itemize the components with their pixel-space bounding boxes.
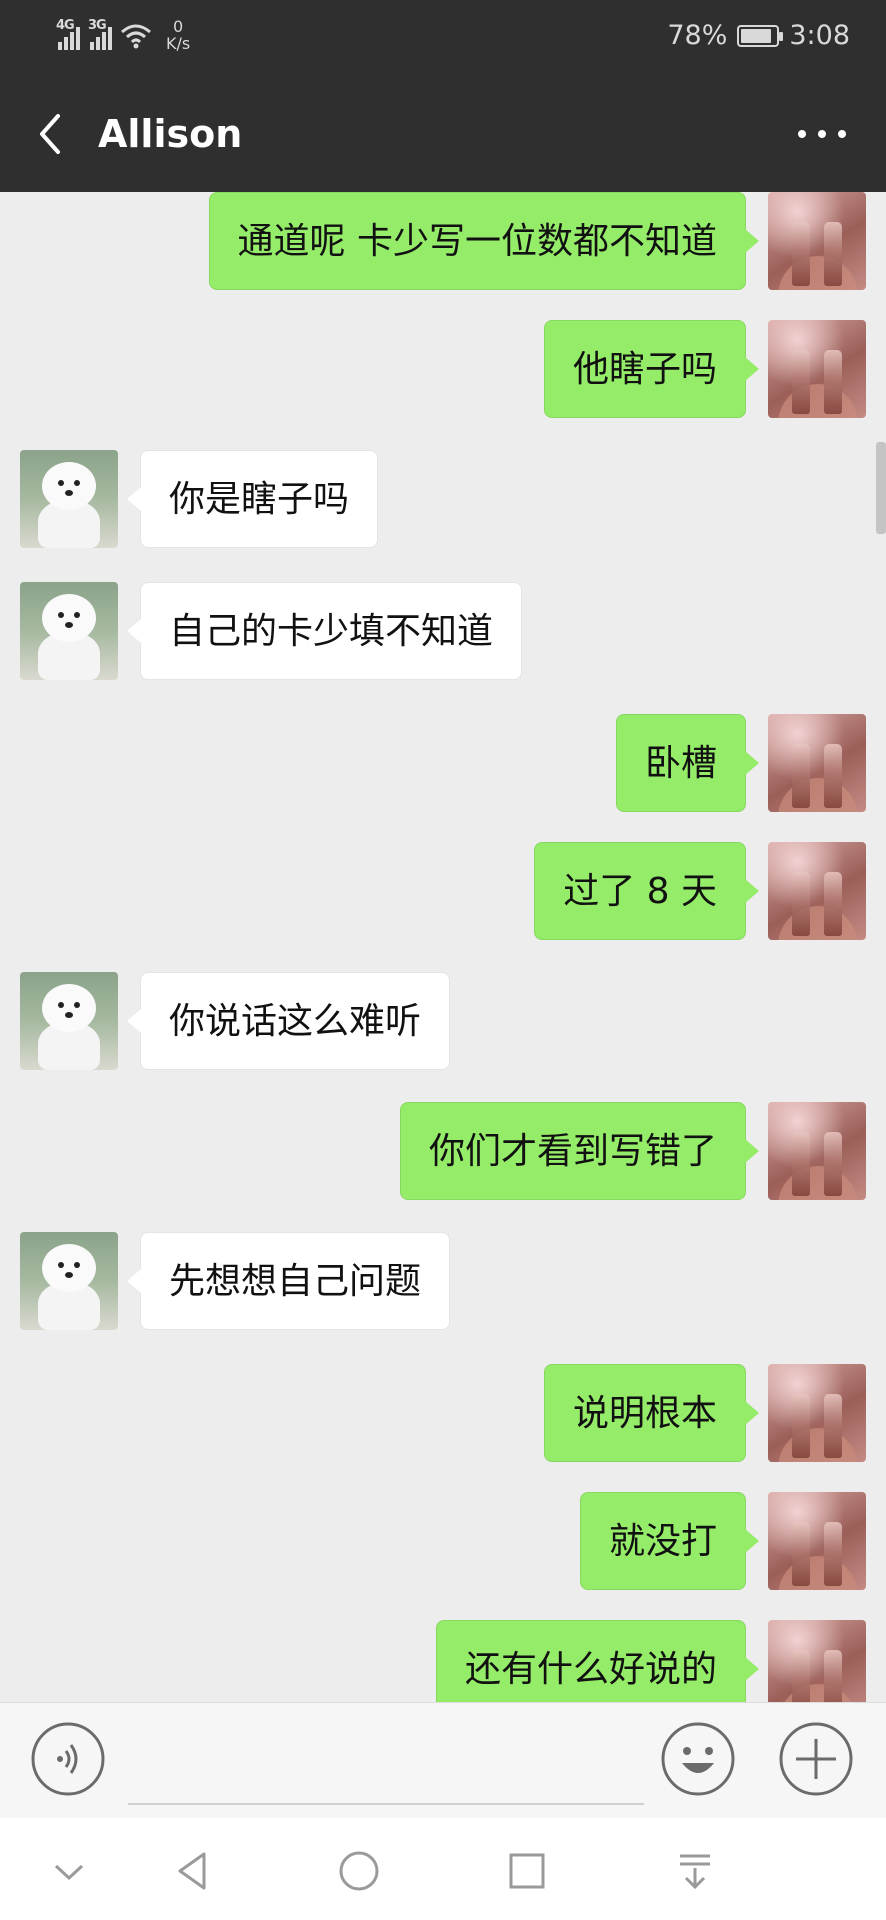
message-row: 他瞎子吗 xyxy=(0,320,886,420)
message-row: 卧槽 xyxy=(0,714,886,814)
chevron-left-icon[interactable] xyxy=(30,106,70,162)
network-type-1: 4G xyxy=(56,18,75,33)
message-list[interactable]: 通道呢 卡少写一位数都不知道他瞎子吗你是瞎子吗自己的卡少填不知道 卧槽过了 8 天… xyxy=(0,192,886,1702)
speed-unit: K/s xyxy=(166,34,191,53)
status-left: 4G 3G 0 K/s xyxy=(56,18,190,52)
my-avatar[interactable] xyxy=(768,320,866,418)
received-message-bubble[interactable]: 先想想自己问题 xyxy=(126,1232,451,1330)
sent-message-bubble[interactable]: 卧槽 xyxy=(615,714,760,812)
my-avatar[interactable] xyxy=(768,714,866,812)
sent-message-bubble[interactable]: 你们才看到写错了 xyxy=(399,1102,760,1200)
contact-avatar[interactable] xyxy=(20,1232,118,1330)
network-speed: 0 K/s xyxy=(166,18,190,52)
wifi-icon xyxy=(121,24,151,49)
system-nav-bar xyxy=(0,1818,886,1920)
more-dots-icon[interactable] xyxy=(798,120,846,148)
battery-icon xyxy=(737,24,784,47)
received-message-bubble[interactable]: 你说话这么难听 xyxy=(126,972,451,1070)
status-right: 78% 3:08 xyxy=(667,20,850,51)
message-row: 还有什么好说的 xyxy=(0,1620,886,1702)
chevron-down-icon[interactable] xyxy=(44,1846,94,1896)
chat-header: Allison xyxy=(0,76,886,192)
message-row: 你说话这么难听 xyxy=(0,972,886,1072)
home-circle-icon[interactable] xyxy=(334,1846,384,1896)
message-row: 你们才看到写错了 xyxy=(0,1102,886,1202)
sent-message-bubble[interactable]: 说明根本 xyxy=(543,1364,760,1462)
sent-message-bubble[interactable]: 还有什么好说的 xyxy=(435,1620,760,1702)
voice-icon[interactable] xyxy=(30,1721,106,1797)
my-avatar[interactable] xyxy=(768,1102,866,1200)
message-row: 先想想自己问题 xyxy=(0,1232,886,1332)
message-row: 自己的卡少填不知道 xyxy=(0,582,886,682)
message-row: 通道呢 卡少写一位数都不知道 xyxy=(0,192,886,292)
back-triangle-icon[interactable] xyxy=(168,1846,218,1896)
message-row: 你是瞎子吗 xyxy=(0,450,886,550)
network-type-2: 3G xyxy=(88,18,107,33)
contact-avatar[interactable] xyxy=(20,450,118,548)
sent-message-bubble[interactable]: 过了 8 天 xyxy=(534,842,759,940)
my-avatar[interactable] xyxy=(768,842,866,940)
battery-percent: 78% xyxy=(667,20,728,51)
sent-message-bubble[interactable]: 就没打 xyxy=(579,1492,760,1590)
signal-4g-icon: 4G xyxy=(56,18,80,50)
emoji-icon[interactable] xyxy=(660,1721,736,1797)
scrollbar-thumb[interactable] xyxy=(876,442,886,534)
message-row: 就没打 xyxy=(0,1492,886,1592)
my-avatar[interactable] xyxy=(768,192,866,290)
input-bar xyxy=(0,1702,886,1819)
message-row: 说明根本 xyxy=(0,1364,886,1464)
status-bar: 4G 3G 0 K/s 78% 3:08 xyxy=(0,0,886,76)
signal-3g-icon: 3G xyxy=(88,18,112,50)
plus-icon[interactable] xyxy=(778,1721,854,1797)
contact-avatar[interactable] xyxy=(20,582,118,680)
contact-avatar[interactable] xyxy=(20,972,118,1070)
my-avatar[interactable] xyxy=(768,1364,866,1462)
chat-title: Allison xyxy=(98,112,243,156)
message-row: 过了 8 天 xyxy=(0,842,886,942)
clock: 3:08 xyxy=(789,20,850,51)
speed-value: 0 xyxy=(173,17,184,36)
message-input[interactable] xyxy=(128,1733,644,1805)
notification-pull-icon[interactable] xyxy=(670,1846,720,1896)
received-message-bubble[interactable]: 你是瞎子吗 xyxy=(126,450,379,548)
sent-message-bubble[interactable]: 通道呢 卡少写一位数都不知道 xyxy=(208,192,760,290)
my-avatar[interactable] xyxy=(768,1492,866,1590)
sent-message-bubble[interactable]: 他瞎子吗 xyxy=(543,320,760,418)
my-avatar[interactable] xyxy=(768,1620,866,1702)
recents-square-icon[interactable] xyxy=(502,1846,552,1896)
received-message-bubble[interactable]: 自己的卡少填不知道 xyxy=(126,582,523,680)
